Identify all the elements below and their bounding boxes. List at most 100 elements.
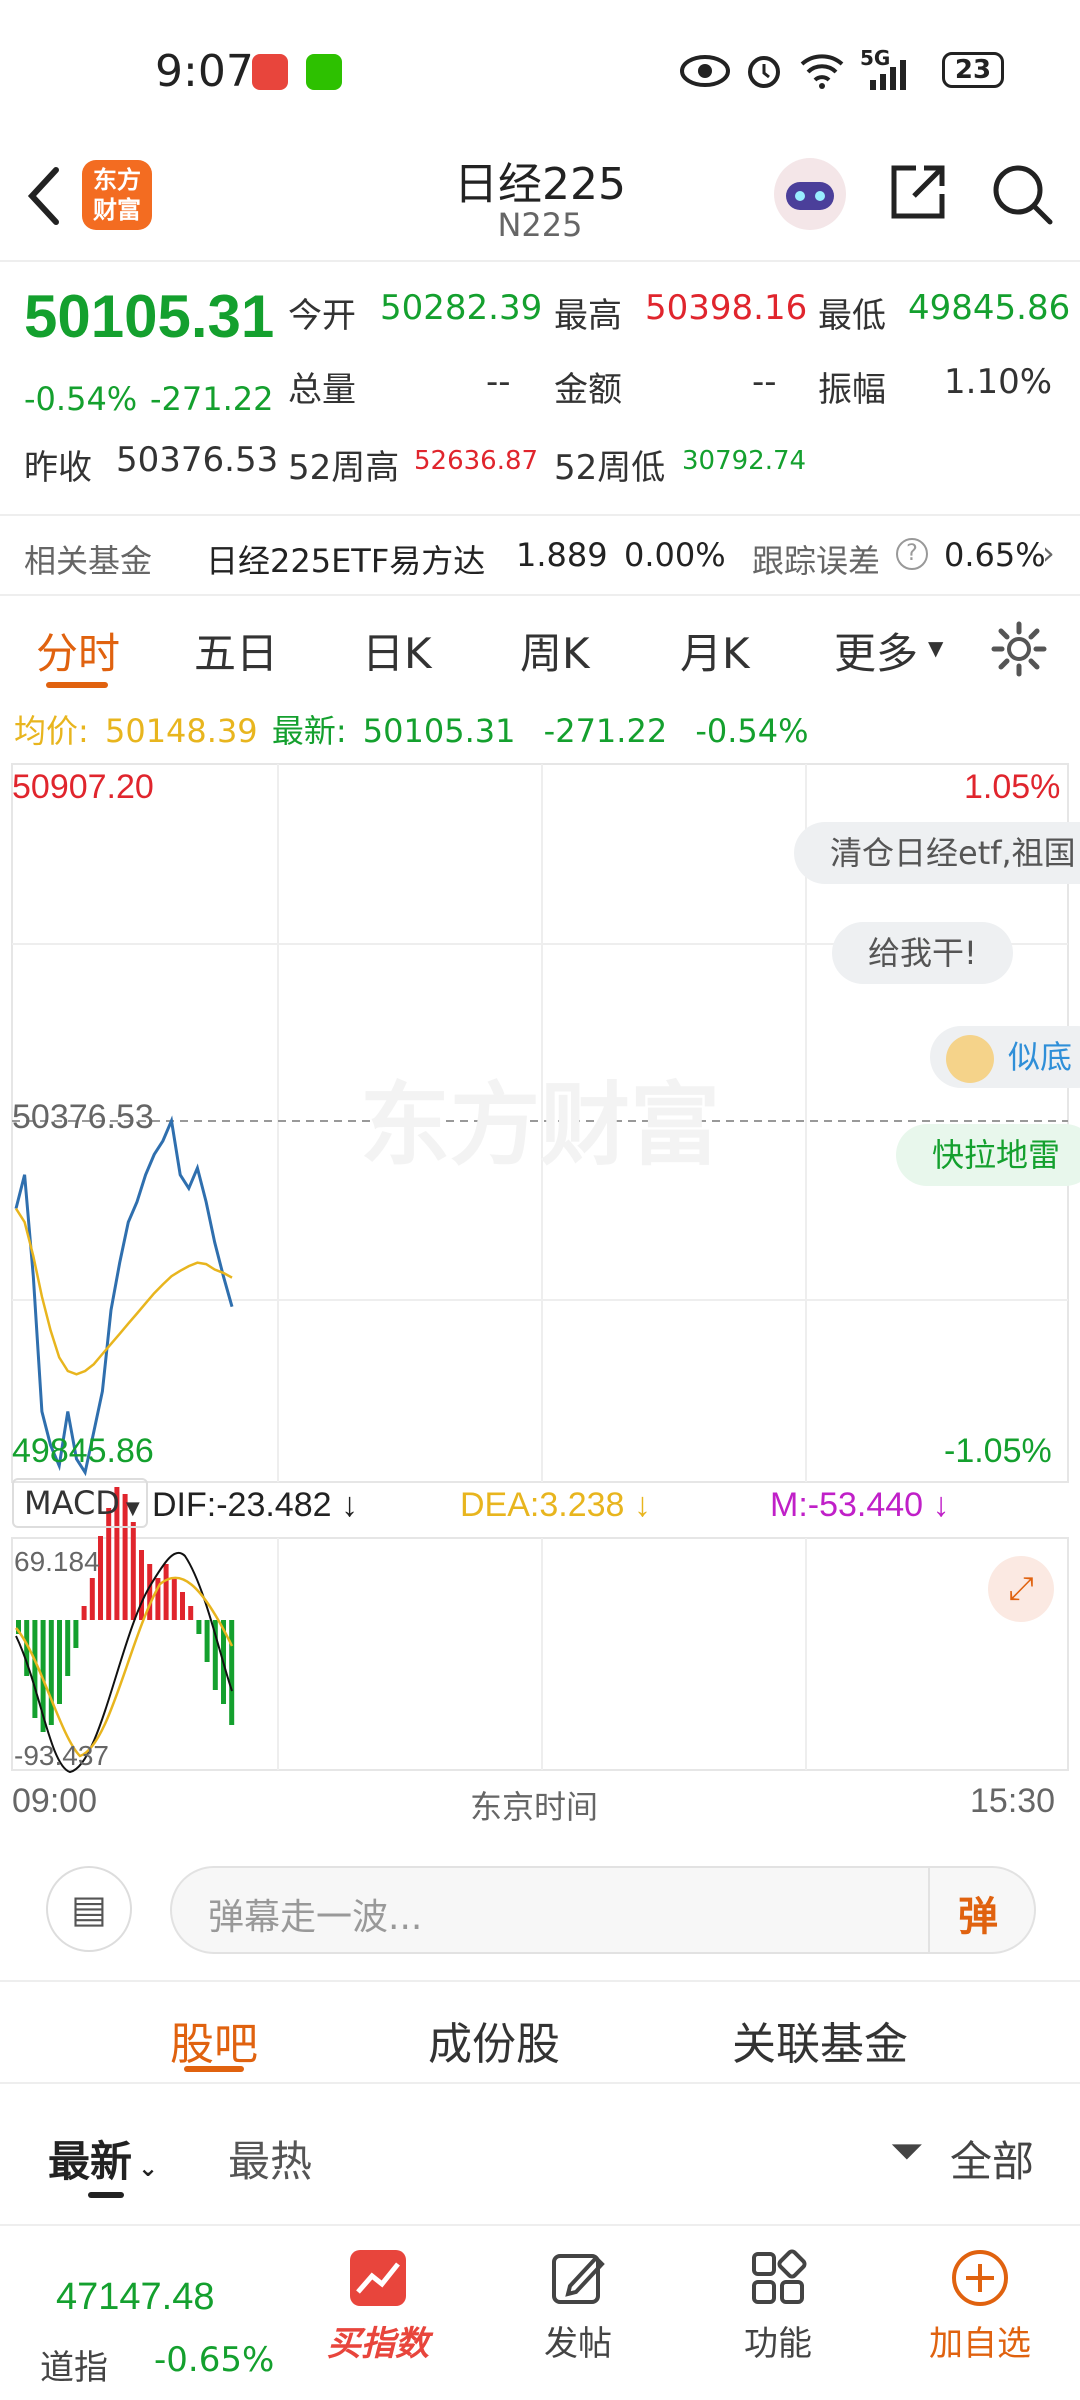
edit-icon [552, 2254, 605, 2304]
search-icon[interactable] [990, 162, 1054, 226]
macd-bar [65, 1620, 71, 1676]
danmu-bar: ▤ 弹幕走一波... 弹 [0, 1830, 1080, 1980]
fund-price: 1.889 [516, 536, 608, 574]
macd-top-value: 69.184 [14, 1546, 100, 1577]
w52-low-label: 52周低 [554, 448, 666, 488]
prev-close-value: 50376.53 [116, 440, 279, 480]
intraday-chart[interactable]: 东方财富 50907.20 1.05% 50376.53 49845.86 -1… [0, 756, 1080, 1825]
average-price-line [14, 1207, 233, 1376]
bottom-nav: 47147.48 道指 -0.65% 买指数 发帖 功能 加自选 [0, 2224, 1080, 2400]
tab-forum[interactable]: 股吧 [170, 2008, 258, 2072]
current-price: 50105.31 [24, 283, 275, 350]
avg-value: 50148.39 [104, 712, 258, 750]
eye-icon [680, 55, 730, 87]
huawei-app-icon [252, 54, 288, 90]
macd-bar [139, 1550, 144, 1620]
settings-icon[interactable] [990, 620, 1048, 678]
tab-related-funds[interactable]: 关联基金 [732, 2008, 908, 2072]
fund-label: 相关基金 [24, 542, 153, 580]
filter-hot[interactable]: 最热 [228, 2128, 312, 2189]
dow-index-name: 道指 [40, 2348, 108, 2388]
wechat-app-icon [306, 54, 342, 90]
latest-change: -271.22 [543, 712, 668, 750]
w52-low-value: 30792.74 [682, 446, 807, 476]
tab-day-k[interactable]: 日K [362, 620, 432, 681]
amount-label: 金额 [554, 370, 622, 410]
tracking-value: 0.65% [944, 536, 1046, 574]
nav-add-watchlist[interactable]: 加自选 [900, 2226, 1060, 2365]
grid-icon [752, 2249, 807, 2304]
macd-bar [188, 1606, 194, 1620]
expand-icon[interactable]: ⤢ [988, 1556, 1054, 1622]
chart-watermark: 东方财富 [360, 1073, 720, 1178]
share-icon[interactable] [886, 160, 950, 224]
avatar [946, 1035, 994, 1083]
change-pct: -0.54% [24, 380, 138, 418]
danmu-send-button[interactable]: 弹 [958, 1884, 998, 1942]
chart-bottom-price: 49845.86 [12, 1432, 154, 1470]
plus-circle-icon [952, 2250, 1008, 2306]
help-icon[interactable]: ? [896, 538, 928, 570]
tab-month-k[interactable]: 月K [680, 620, 750, 681]
tab-intraday[interactable]: 分时 [36, 620, 120, 681]
latest-change-pct: -0.54% [695, 712, 809, 750]
danmu-bubble[interactable]: 似底 [930, 1026, 1080, 1088]
macd-m: M:-53.440 ↓ [770, 1486, 950, 1524]
tab-five-day[interactable]: 五日 [194, 620, 278, 681]
filter-icon[interactable]: ⏷ [890, 2126, 924, 2176]
battery-level: 23 [942, 52, 1004, 88]
w52-high-value: 52636.87 [414, 446, 539, 476]
latest-label: 最新: [271, 712, 347, 750]
chevron-down-icon: ⌄ [138, 2154, 159, 2182]
nav-buy-index[interactable]: 买指数 [298, 2226, 458, 2365]
nav-function[interactable]: 功能 [698, 2226, 858, 2365]
fund-name[interactable]: 日经225ETF易方达 [206, 536, 485, 582]
amplitude-label: 振幅 [818, 370, 886, 410]
danmu-bubble[interactable]: 给我干! [832, 922, 1013, 984]
macd-select[interactable]: MACD ▼ [12, 1478, 148, 1528]
tab-week-k[interactable]: 周K [520, 620, 590, 681]
macd-bar [130, 1522, 136, 1620]
filter-bar: 最新 ⌄ 最热 ⏷ 全部 [0, 2086, 1080, 2224]
filter-latest[interactable]: 最新 ⌄ [48, 2128, 158, 2189]
alarm-icon [748, 56, 780, 88]
active-subtab-indicator [184, 2066, 244, 2072]
macd-bar [171, 1578, 177, 1620]
nav-post[interactable]: 发帖 [498, 2226, 658, 2365]
danmu-divider [928, 1868, 930, 1952]
filter-all[interactable]: 全部 [950, 2128, 1034, 2189]
chart-top-pct: 1.05% [964, 768, 1061, 806]
related-fund-row[interactable]: 相关基金 日经225ETF易方达 1.889 0.00% 跟踪误差 ? 0.65… [0, 514, 1080, 596]
volume-value: -- [486, 362, 511, 402]
danmu-bubble[interactable]: 快拉地雷 [896, 1124, 1080, 1186]
volume-label: 总量 [288, 370, 356, 410]
danmu-placeholder: 弹幕走一波... [208, 1897, 423, 1938]
amount-value: -- [752, 362, 777, 402]
fund-change: 0.00% [624, 536, 726, 574]
filter-underline [88, 2192, 124, 2198]
tab-constituents[interactable]: 成份股 [428, 2008, 560, 2072]
robot-assistant-icon[interactable] [770, 154, 850, 234]
danmu-input[interactable]: 弹幕走一波... 弹 [170, 1866, 1036, 1954]
price-summary-line: 均价: 50148.39 最新: 50105.31 -271.22 -0.54% [14, 706, 809, 752]
chart-tabs: 分时 五日 日K 周K 月K 更多 ▼ [0, 598, 1080, 698]
high-label: 最高 [554, 296, 622, 336]
macd-bar [229, 1620, 235, 1725]
macd-bar [196, 1620, 202, 1634]
time-end: 15:30 [970, 1782, 1056, 1820]
trend-chart-icon [350, 2250, 406, 2306]
danmu-bubble[interactable]: 清仓日经etf,祖国 [794, 822, 1080, 884]
active-tab-indicator [46, 682, 108, 688]
chevron-right-icon: › [1042, 534, 1055, 572]
macd-bar [73, 1620, 79, 1648]
macd-bar [204, 1620, 210, 1662]
latest-value: 50105.31 [362, 712, 516, 750]
dow-index-change: -0.65% [154, 2340, 275, 2380]
danmu-settings-icon[interactable]: ▤ [46, 1866, 132, 1952]
tab-more[interactable]: 更多 [834, 620, 918, 681]
wifi-icon [800, 54, 844, 89]
time-start: 09:00 [12, 1782, 98, 1820]
chart-bottom-pct: -1.05% [944, 1432, 1052, 1470]
macd-dea: DEA:3.238 ↓ [460, 1486, 651, 1524]
macd-bar [163, 1564, 169, 1620]
